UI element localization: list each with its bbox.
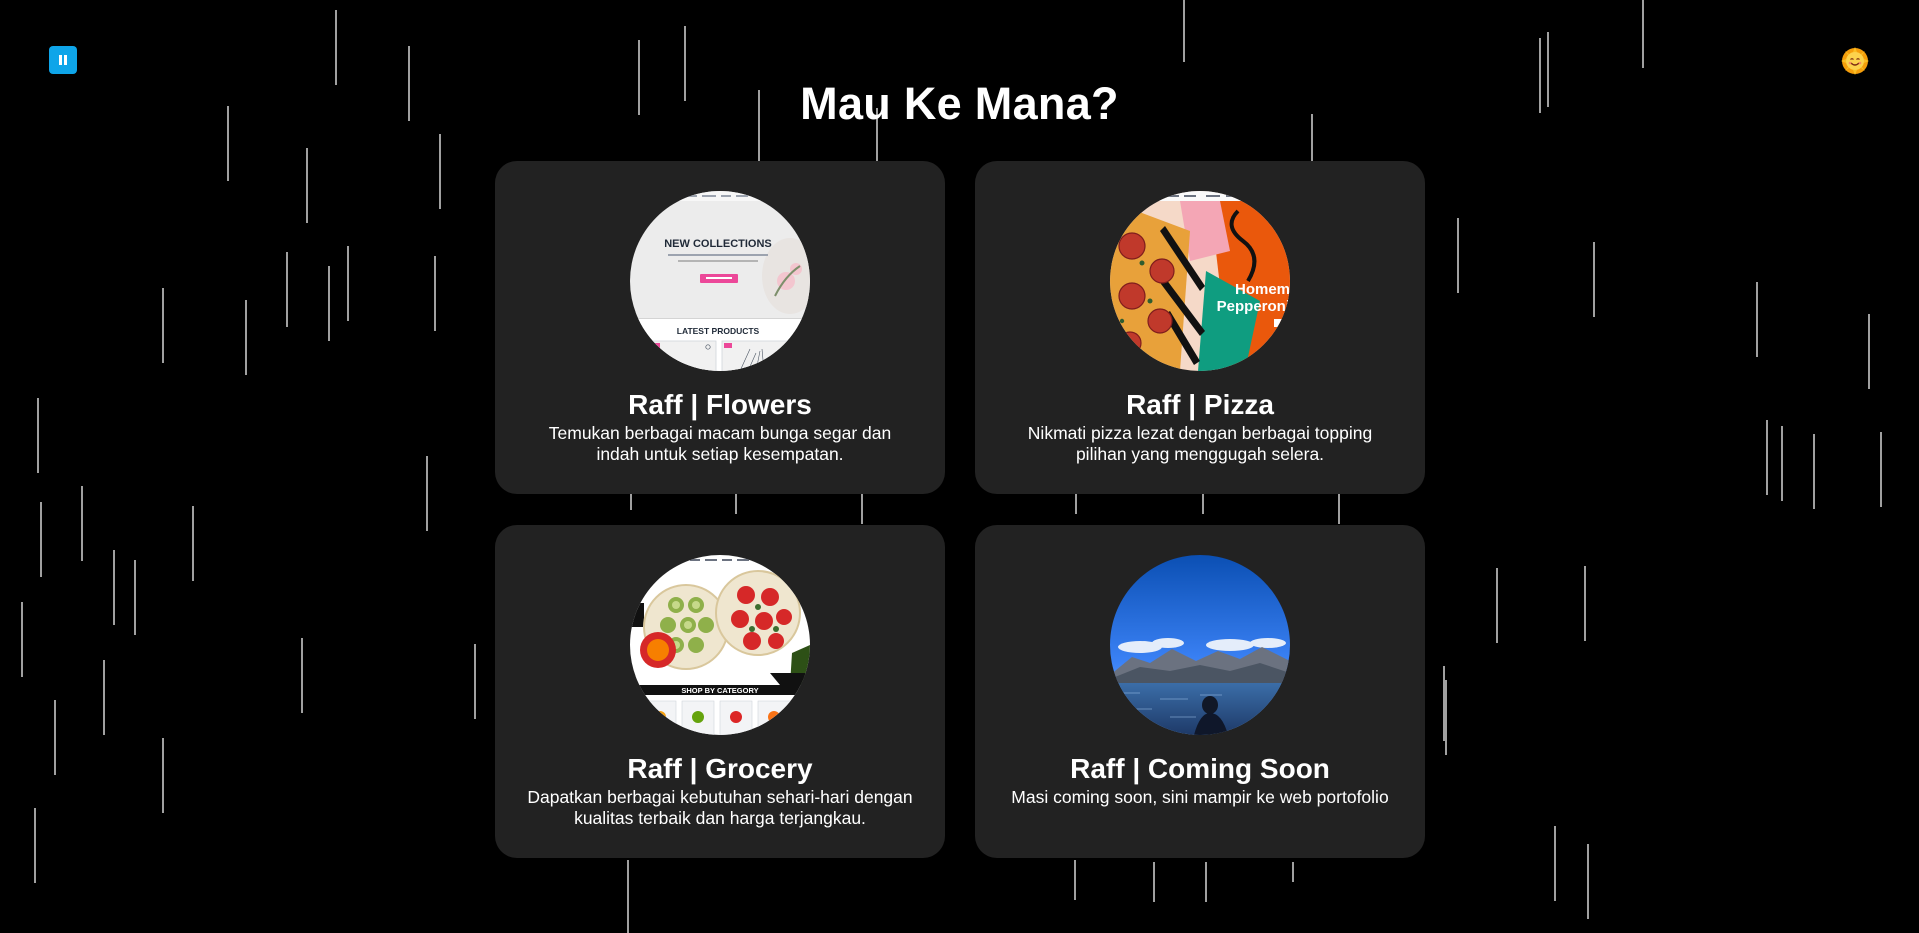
coming-soon-photo [1110, 555, 1290, 735]
card-title: Raff | Coming Soon [1070, 753, 1330, 784]
flowers-site-thumbnail: NEW COLLECTIONS LATEST PRODUCTS [630, 191, 810, 371]
card-description: Dapatkan berbagai kebutuhan sehari-hari … [527, 787, 913, 828]
card-description: Nikmati pizza lezat dengan berbagai topp… [1027, 423, 1373, 464]
card-grocery[interactable]: SHOP BY CATEGORY Raff | Grocery Dapatkan… [495, 525, 945, 858]
pizza-thumb-headline-line2: Pepperoni [1217, 298, 1290, 315]
page-title: Mau Ke Mana? [800, 78, 1119, 129]
card-description: Temukan berbagai macam bunga segar dan i… [548, 423, 892, 464]
theme-toggle-button[interactable] [1840, 46, 1870, 76]
card-coming-soon[interactable]: Raff | Coming Soon Masi coming soon, sin… [975, 525, 1425, 858]
flowers-thumb-headline: NEW COLLECTIONS [664, 238, 772, 250]
destination-cards-grid: NEW COLLECTIONS LATEST PRODUCTS Raff | F… [495, 161, 1425, 858]
card-title: Raff | Flowers [628, 389, 812, 420]
pause-animation-button[interactable] [49, 46, 77, 74]
card-description: Masi coming soon, sini mampir ke web por… [1011, 787, 1389, 807]
card-title: Raff | Grocery [627, 753, 813, 784]
card-flowers[interactable]: NEW COLLECTIONS LATEST PRODUCTS Raff | F… [495, 161, 945, 494]
sun-face-icon [1841, 47, 1869, 75]
page: Mau Ke Mana? NEW COLLECTIONS LATEST PROD… [0, 0, 1919, 933]
pizza-site-thumbnail: Homem Pepperoni [1110, 191, 1290, 371]
flowers-thumb-section: LATEST PRODUCTS [677, 326, 760, 336]
pause-icon [59, 55, 67, 65]
grocery-thumb-section: SHOP BY CATEGORY [681, 686, 758, 695]
pizza-thumb-headline-line1: Homem [1235, 281, 1290, 298]
card-pizza[interactable]: Homem Pepperoni Raff | Pizza Nikmati piz… [975, 161, 1425, 494]
card-title: Raff | Pizza [1126, 389, 1274, 420]
grocery-site-thumbnail: SHOP BY CATEGORY [630, 555, 810, 735]
